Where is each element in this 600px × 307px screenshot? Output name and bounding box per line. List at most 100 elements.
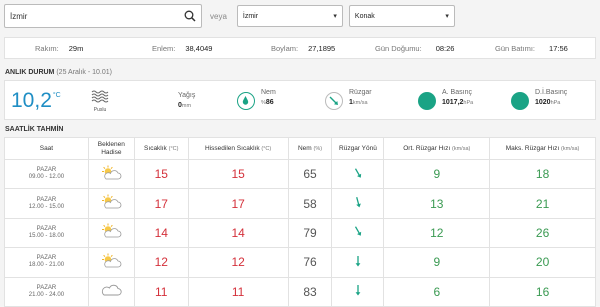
partly-cloudy-icon (100, 223, 122, 242)
table-row: PAZAR 09.00 - 12.00 15 15 65 9 18 (4, 158, 596, 190)
max-wind-cell: 26 (489, 217, 596, 249)
col-avg-wind: Ort. Rüzgar Hızı (km/sa) (383, 137, 491, 160)
pressure-value: 1017,2hPa (442, 99, 473, 106)
district-select[interactable]: Konak ▾ (348, 5, 455, 27)
col-feels: Hissedilen Sıcaklık (°C) (187, 137, 289, 160)
table-row: PAZAR 18.00 - 21.00 12 12 76 9 20 (4, 247, 596, 278)
sunset-label: Gün Batımı: (495, 43, 536, 53)
temperature-value: 10,2 (11, 89, 52, 112)
humidity-icon (237, 92, 255, 110)
col-humidity: Nem (%) (287, 137, 333, 160)
sunset-item: Gün Batımı: 17:56 (495, 44, 568, 53)
current-date: (25 Aralık - 10.01) (56, 69, 112, 76)
col-max-wind-unit: (km/sa) (561, 145, 580, 152)
wind-dir-cell (331, 158, 385, 190)
col-feels-unit: (°C) (261, 145, 272, 152)
event-cell (87, 276, 135, 307)
partly-cloudy-icon (100, 194, 122, 213)
col-wind-dir-label: Rüzgar Yönü (339, 144, 377, 152)
search-row: veya İzmir ▾ Konak ▾ (4, 4, 455, 28)
time-range: 21.00 - 24.00 (28, 291, 65, 298)
time-range: 18.00 - 21.00 (28, 262, 65, 269)
wind-direction-icon (325, 92, 343, 110)
avg-wind-cell: 12 (383, 217, 491, 249)
longitude-item: Boylam: 27,1895 (271, 44, 335, 53)
pressure-amount: 1017,2 (442, 99, 464, 106)
current-title: ANLIK DURUM (5, 69, 55, 76)
col-temp-unit: (°C) (168, 145, 179, 152)
temp-cell: 11 (133, 276, 189, 307)
time-range: 09.00 - 12.00 (28, 174, 65, 181)
wind-unit: km/sa (352, 100, 368, 106)
wind-arrow-icon (351, 224, 365, 238)
cloudy-icon (100, 285, 122, 300)
humidity-cell: 58 (287, 188, 333, 219)
event-cell (87, 188, 135, 219)
wind-arrow-icon (351, 254, 365, 268)
time-cell: PAZAR 09.00 - 12.00 (4, 158, 89, 190)
pressure-icon (418, 92, 436, 110)
day-label: PAZAR (36, 167, 57, 174)
humidity-amount: 86 (265, 99, 274, 106)
rain-label: Yağış (178, 92, 196, 99)
feels-cell: 14 (187, 217, 289, 249)
longitude-value: 27,1895 (308, 43, 336, 53)
temp-cell: 14 (133, 217, 189, 249)
humidity-label: Nem (261, 89, 276, 96)
temperature-unit: °C (52, 92, 61, 99)
wind-dir-cell (331, 276, 385, 307)
time-range: 12.00 - 15.00 (28, 203, 65, 210)
wind-arrow-icon (351, 283, 365, 297)
city-select-value: İzmir (242, 12, 259, 20)
sunset-value: 17:56 (549, 43, 568, 53)
search-icon[interactable] (179, 5, 201, 27)
condition-label: Puslu (93, 107, 107, 113)
col-feels-label: Hissedilen Sıcaklık (205, 144, 260, 152)
wind-value: 1km/sa (349, 99, 368, 106)
feels-cell: 12 (187, 247, 289, 278)
current-temperature: 10,2°C (11, 89, 61, 113)
hourly-forecast-table: Saat Beklenen Hadise Sıcaklık (°C) Hisse… (4, 137, 596, 307)
wind-dir-cell (331, 188, 385, 219)
temp-cell: 17 (133, 188, 189, 219)
event-cell (87, 247, 135, 278)
max-wind-cell: 20 (489, 247, 596, 278)
sea-pressure-amount: 1020 (535, 99, 551, 106)
rain-value: 0mm (178, 102, 191, 109)
chevron-down-icon: ▾ (445, 13, 449, 20)
sea-pressure-value: 1020hPa (535, 99, 560, 106)
current-section-title: ANLIK DURUM (25 Aralık - 10.01) (5, 69, 112, 76)
sunrise-label: Gün Doğumu: (375, 43, 422, 53)
pressure-label: A. Basınç (442, 89, 472, 96)
col-avg-wind-label: Ort. Rüzgar Hızı (403, 144, 451, 152)
avg-wind-cell: 9 (383, 158, 491, 190)
latitude-item: Enlem: 38,4049 (152, 44, 212, 53)
latitude-label: Enlem: (152, 43, 176, 53)
current-conditions-panel: 10,2°C Puslu Yağış 0mm Nem %86 Rüzgar 1k… (4, 80, 596, 120)
col-humidity-label: Nem (297, 144, 312, 152)
temp-cell: 15 (133, 158, 189, 190)
rain-unit: mm (181, 103, 192, 109)
latitude-value: 38,4049 (185, 43, 213, 53)
max-wind-cell: 18 (489, 158, 596, 190)
event-cell (87, 158, 135, 190)
altitude-value: 29m (68, 43, 84, 53)
day-label: PAZAR (36, 284, 57, 291)
table-row: PAZAR 12.00 - 15.00 17 17 58 13 21 (4, 188, 596, 219)
humidity-cell: 83 (287, 276, 333, 307)
district-select-value: Konak (354, 12, 375, 20)
search-box[interactable] (4, 4, 202, 28)
wind-dir-cell (331, 247, 385, 278)
city-select[interactable]: İzmir ▾ (236, 5, 343, 27)
col-avg-wind-unit: (km/sa) (452, 145, 471, 152)
avg-wind-cell: 13 (383, 188, 491, 219)
avg-wind-cell: 6 (383, 276, 491, 307)
sunrise-value: 08:26 (435, 43, 455, 53)
table-row: PAZAR 15.00 - 18.00 14 14 79 12 26 (4, 217, 596, 249)
col-time: Saat (4, 137, 89, 160)
humidity-cell: 65 (287, 158, 333, 190)
wind-arrow-icon (351, 166, 365, 180)
day-label: PAZAR (36, 255, 57, 262)
col-event-label: Beklenen Hadise (97, 140, 125, 156)
search-input[interactable] (5, 6, 179, 26)
